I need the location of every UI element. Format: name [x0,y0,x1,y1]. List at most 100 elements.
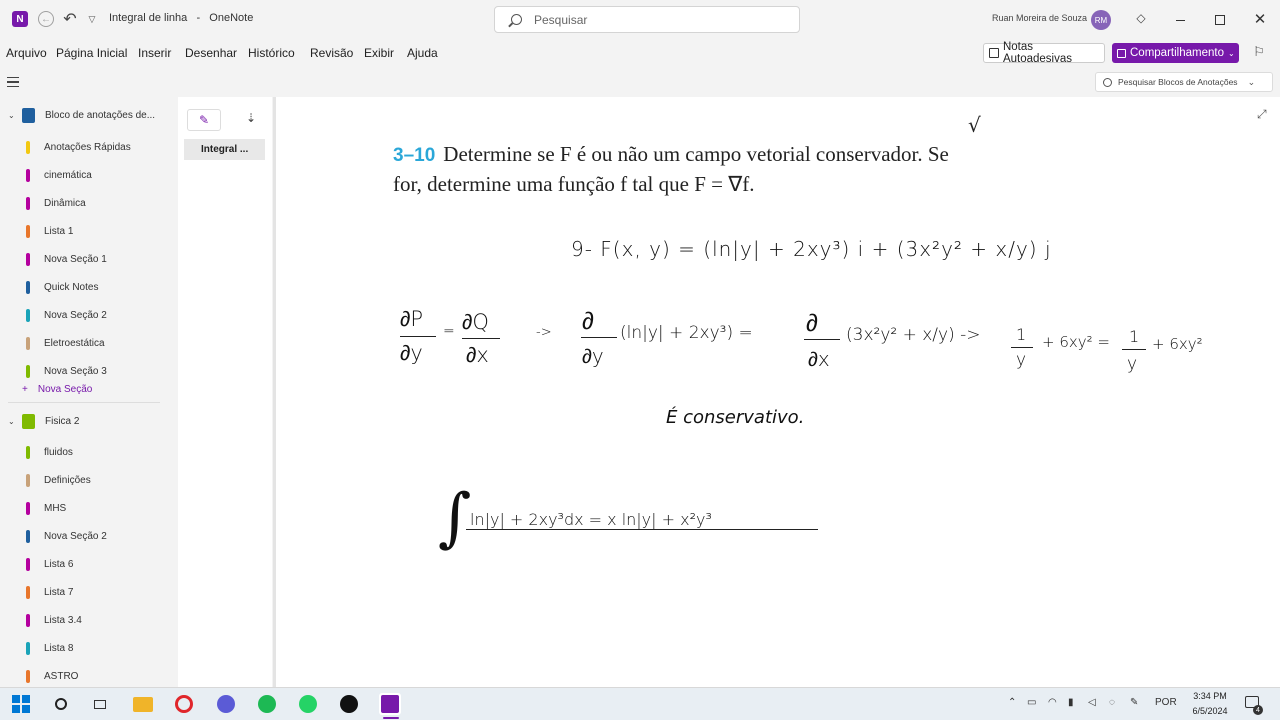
page-label: Integral ... [201,144,249,155]
navigation-menu-icon[interactable] [7,77,19,87]
section-item[interactable]: Nova Seção 3 [0,359,176,383]
usb-icon[interactable]: ▮ [1068,697,1074,708]
task-view-icon[interactable] [89,693,111,715]
handwriting-dp: ∂P [400,307,424,331]
add-page-button[interactable]: ✎ [187,109,221,131]
section-color-tab [26,308,30,322]
section-color-tab [26,280,30,294]
section-item[interactable]: Lista 1 [0,219,176,243]
pen-icon[interactable]: ✎ [1130,697,1138,708]
section-item[interactable]: Lista 7 [0,580,176,604]
section-item[interactable]: MHS [0,496,176,520]
maximize-button[interactable] [1210,10,1230,30]
handwriting-y: y [1016,350,1027,370]
search-input[interactable]: Pesquisar [494,6,800,33]
section-item[interactable]: cinemática [0,163,176,187]
handwriting-one: 1 [1129,327,1140,346]
menu-revisao[interactable]: Revisão [310,46,353,60]
notebook-title: Bloco de anotações de... [45,109,156,121]
section-label: Lista 3.4 [44,614,82,626]
minimize-button[interactable] [1170,10,1190,30]
diamond-icon[interactable]: ◇ [1134,11,1148,25]
section-item[interactable]: Nova Seção 2 [0,303,176,327]
sticky-notes-button[interactable]: Notas Autoadesivas [983,41,1105,65]
discord-icon[interactable] [215,693,237,715]
handwriting-expression: + 6xy² = [1042,333,1110,351]
section-label: MHS [44,502,67,514]
close-button[interactable]: ✕ [1250,9,1270,29]
opera-icon[interactable] [173,693,195,715]
whatsapp-icon[interactable] [297,693,319,715]
menu-desenhar[interactable]: Desenhar [185,46,237,60]
section-item[interactable]: Dinâmica [0,191,176,215]
volume-icon[interactable]: ◁ [1088,697,1096,708]
avatar[interactable]: RM [1091,10,1111,30]
section-item[interactable]: Quick Notes [0,275,176,299]
steam-icon[interactable] [338,693,360,715]
window-title: Integral de linha - OneNote [109,12,254,24]
sticky-notes-label: Notas Autoadesivas [1002,41,1072,65]
menu-exibir[interactable]: Exibir [364,46,394,60]
section-item[interactable]: Lista 8 [0,636,176,660]
menu-ajuda[interactable]: Ajuda [407,46,438,60]
chevron-down-icon[interactable]: ⌄ [1248,77,1256,88]
clock-time[interactable]: 3:34 PM [1190,691,1230,701]
menu-pagina-inicial[interactable]: Página Inicial [56,46,127,60]
handwriting-y: y [1127,354,1138,374]
chevron-up-icon[interactable]: ⌃ [1008,697,1016,708]
quick-access-dropdown-icon[interactable]: ▽ [86,12,98,26]
wifi-icon[interactable]: ◠ [1048,697,1057,708]
handwriting-partial: ∂ [582,307,594,335]
spotify-icon[interactable] [256,693,278,715]
undo-icon[interactable]: ↶ [62,10,78,28]
section-item[interactable]: Definições [0,468,176,492]
network-icon[interactable]: ◌ [1109,697,1115,708]
expand-icon[interactable]: ⤢ [1257,107,1267,122]
sort-icon[interactable]: ⇣ [246,111,256,125]
menu-inserir[interactable]: Inserir [138,46,171,60]
section-item[interactable]: ASTRO [0,664,176,688]
section-item[interactable]: fluidos [0,440,176,464]
section-label: fluidos [44,446,73,458]
fraction-bar [804,339,840,340]
onenote-taskbar-icon[interactable] [379,693,401,715]
handwriting-dy: ∂y [400,341,423,365]
section-item[interactable]: Lista 3.4 [0,608,176,632]
chevron-down-icon[interactable]: ⌄ [8,417,15,426]
problem-text-2: for, determine uma função f tal que F = … [393,172,755,196]
search-placeholder: Pesquisar [534,12,588,27]
new-section-button[interactable]: + Nova Seção [22,384,92,395]
user-name: Ruan Moreira de Souza [992,13,1088,23]
problem-text-1: Determine se F é ou não um campo vetoria… [443,142,949,166]
notebook-item-2[interactable]: ⌄ Fisica 2 [0,409,176,433]
section-label: Nova Seção 2 [44,530,107,542]
page-item[interactable]: Integral ... [184,139,265,160]
note-canvas[interactable]: ⤢ √ 3–10 Determine se F é ou não um campo… [276,97,1280,687]
notebook-item-1[interactable]: ⌄ Bloco de anotações de... [0,103,176,127]
handwriting-dx: ∂x [466,343,489,367]
section-item[interactable]: Nova Seção 1 [0,247,176,271]
feedback-icon[interactable]: ⚐ [1251,44,1267,60]
search-icon[interactable] [50,693,72,715]
menu-historico[interactable]: Histórico [248,46,295,60]
menu-arquivo[interactable]: Arquivo [6,46,47,60]
section-color-tab [26,501,30,515]
section-color-tab [26,473,30,487]
notebook-search-input[interactable]: Pesquisar Blocos de Anotações ⌄ [1095,72,1273,92]
share-button[interactable]: Compartilhamento ⌄ [1112,43,1239,63]
battery-icon[interactable]: ▭ [1027,697,1036,708]
section-label: Nova Seção 3 [44,365,107,377]
handwriting-arrow: -> [536,325,552,340]
handwriting-partial: ∂ [806,309,818,337]
language-indicator[interactable]: POR [1155,697,1177,708]
section-item[interactable]: Eletroestática [0,331,176,355]
file-explorer-icon[interactable] [132,693,154,715]
clock-date[interactable]: 6/5/2024 [1186,706,1234,716]
chevron-down-icon[interactable]: ⌄ [8,111,15,120]
back-arrow-icon[interactable]: ← [38,11,54,27]
windows-start-icon[interactable] [10,693,32,715]
section-item[interactable]: Anotações Rápidas [0,135,176,159]
section-item[interactable]: Nova Seção 2 [0,524,176,548]
section-label: Anotações Rápidas [44,141,131,153]
section-item[interactable]: Lista 6 [0,552,176,576]
